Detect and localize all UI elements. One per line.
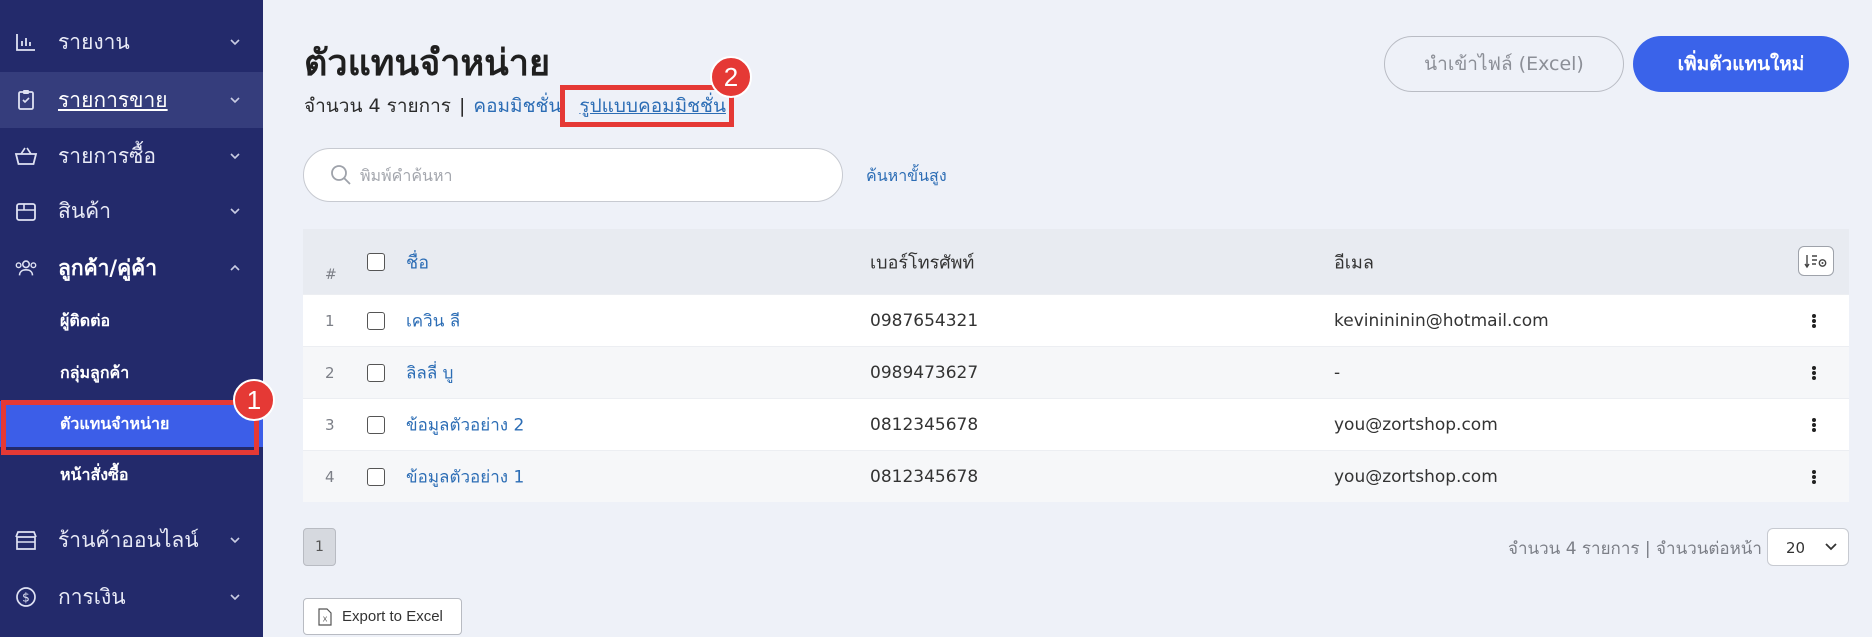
- search-box: [303, 148, 843, 202]
- column-settings-button[interactable]: [1798, 246, 1834, 276]
- dealer-name-link[interactable]: ข้อมูลตัวอย่าง 2: [406, 411, 524, 438]
- row-menu-icon[interactable]: [1809, 467, 1819, 487]
- step-badge-1: 1: [233, 379, 275, 421]
- row-number: 1: [325, 311, 335, 330]
- basket-icon: [14, 144, 38, 168]
- users-icon: [14, 256, 38, 280]
- sidebar-item-label: รายการขาย: [58, 87, 168, 112]
- bar-chart-icon: [14, 30, 38, 54]
- commission-link[interactable]: คอมมิชชั่น: [473, 91, 561, 121]
- sidebar-item-customers[interactable]: ลูกค้า/คู่ค้า: [0, 240, 263, 296]
- row-number: 4: [325, 467, 335, 486]
- search-input[interactable]: [360, 161, 820, 189]
- sidebar-item-label: การเงิน: [58, 584, 126, 609]
- column-header-email: อีเมล: [1334, 252, 1374, 273]
- advanced-search-link[interactable]: ค้นหาขั้นสูง: [866, 164, 947, 189]
- row-checkbox[interactable]: [367, 415, 385, 434]
- add-dealer-button[interactable]: เพิ่มตัวแทนใหม่: [1633, 36, 1849, 92]
- column-header-phone: เบอร์โทรศัพท์: [870, 252, 975, 273]
- clipboard-icon: [14, 88, 38, 112]
- column-header-name[interactable]: ชื่อ: [406, 247, 429, 276]
- search-icon: [331, 165, 351, 185]
- row-checkbox[interactable]: [367, 311, 385, 330]
- dealer-name-link[interactable]: ข้อมูลตัวอย่าง 1: [406, 463, 524, 490]
- table-row[interactable]: 4 ข้อมูลตัวอย่าง 1 0812345678 you@zortsh…: [303, 450, 1849, 502]
- sidebar-subitem-customer-groups[interactable]: กลุ่มลูกค้า: [0, 350, 263, 396]
- highlight-box-step2: [560, 85, 734, 127]
- dealer-name-link[interactable]: ลิลลี่ บู: [406, 359, 453, 386]
- page-title: ตัวแทนจำหน่าย: [304, 43, 551, 84]
- dealer-email: kevinininin@hotmail.com: [1334, 310, 1549, 331]
- dealer-phone: 0989473627: [870, 362, 979, 383]
- dealer-email: you@zortshop.com: [1334, 414, 1498, 435]
- sidebar-item-label: ลูกค้า/คู่ค้า: [58, 255, 157, 280]
- dealer-name-link[interactable]: เควิน ลี: [406, 307, 460, 334]
- highlight-box-step1: [1, 400, 259, 455]
- chevron-down-icon: [230, 208, 240, 215]
- record-count: จำนวน 4 รายการ: [304, 95, 451, 117]
- dealer-email: -: [1334, 362, 1341, 383]
- table-header: # ชื่อ เบอร์โทรศัพท์ อีเมล: [303, 229, 1849, 294]
- row-checkbox[interactable]: [367, 363, 385, 382]
- sidebar-item-reports[interactable]: รายงาน: [0, 14, 263, 70]
- dealer-phone: 0987654321: [870, 310, 979, 331]
- sidebar-item-purchases[interactable]: รายการซื้อ: [0, 128, 263, 184]
- pagination-info: จำนวน 4 รายการ | จำนวนต่อหน้า: [1508, 539, 1762, 559]
- column-settings-icon: [1804, 255, 1827, 269]
- chevron-down-icon: [230, 537, 240, 544]
- export-excel-button[interactable]: X Export to Excel: [303, 598, 462, 635]
- chevron-down-icon: [230, 594, 240, 601]
- sidebar-subitem-label: หน้าสั่งซื้อ: [60, 464, 129, 484]
- per-page-select[interactable]: 20: [1767, 528, 1849, 566]
- chevron-up-icon: [230, 264, 240, 271]
- row-menu-icon[interactable]: [1809, 363, 1819, 383]
- export-label: Export to Excel: [342, 608, 443, 625]
- excel-file-icon: X: [318, 608, 332, 626]
- page-button-current[interactable]: 1: [303, 528, 336, 566]
- column-header-number: #: [325, 267, 337, 283]
- sidebar-item-online-store[interactable]: ร้านค้าออนไลน์: [0, 512, 263, 568]
- select-all-checkbox[interactable]: [367, 253, 385, 271]
- dealer-email: you@zortshop.com: [1334, 466, 1498, 487]
- svg-text:X: X: [323, 616, 328, 624]
- chevron-down-icon: [230, 97, 240, 104]
- import-excel-button[interactable]: นำเข้าไฟล์ (Excel): [1384, 36, 1624, 92]
- sidebar-item-label: รายงาน: [58, 29, 130, 54]
- dealer-phone: 0812345678: [870, 466, 979, 487]
- sidebar-subitem-label: ผู้ติดต่อ: [60, 310, 111, 330]
- step-badge-2: 2: [710, 56, 752, 98]
- dealer-phone: 0812345678: [870, 414, 979, 435]
- row-number: 2: [325, 363, 335, 382]
- sidebar-item-sales[interactable]: รายการขาย: [0, 72, 263, 128]
- table-row[interactable]: 3 ข้อมูลตัวอย่าง 2 0812345678 you@zortsh…: [303, 398, 1849, 450]
- sidebar-subitem-contacts[interactable]: ผู้ติดต่อ: [0, 298, 263, 344]
- store-icon: [14, 528, 38, 552]
- sidebar-item-label: รายการซื้อ: [58, 143, 157, 168]
- table-row[interactable]: 2 ลิลลี่ บู 0989473627 -: [303, 346, 1849, 398]
- table-row[interactable]: 1 เควิน ลี 0987654321 kevinininin@hotmai…: [303, 294, 1849, 346]
- chevron-down-icon: [230, 39, 240, 46]
- sidebar-item-label: ร้านค้าออนไลน์: [58, 527, 199, 552]
- row-checkbox[interactable]: [367, 467, 385, 486]
- dealers-table: # ชื่อ เบอร์โทรศัพท์ อีเมล 1 เควิน ลี 09…: [303, 229, 1849, 502]
- sidebar-item-products[interactable]: สินค้า: [0, 183, 263, 239]
- sidebar-item-label: สินค้า: [58, 198, 112, 223]
- box-icon: [14, 199, 38, 223]
- sidebar-subitem-order-page[interactable]: หน้าสั่งซื้อ: [0, 452, 263, 498]
- row-menu-icon[interactable]: [1809, 311, 1819, 331]
- row-menu-icon[interactable]: [1809, 415, 1819, 435]
- sidebar-subitem-label: กลุ่มลูกค้า: [60, 362, 130, 382]
- per-page-value: 20: [1786, 539, 1806, 557]
- svg-text:$: $: [22, 591, 30, 605]
- row-number: 3: [325, 415, 335, 434]
- chevron-down-icon: [1825, 543, 1837, 551]
- chevron-down-icon: [230, 153, 240, 160]
- sidebar: รายงาน รายการขาย รายการซื้อ สินค้า ลูกค้…: [0, 0, 263, 637]
- dollar-circle-icon: $: [14, 585, 38, 609]
- sidebar-item-finance[interactable]: $ การเงิน: [0, 569, 263, 625]
- separator: |: [459, 95, 466, 117]
